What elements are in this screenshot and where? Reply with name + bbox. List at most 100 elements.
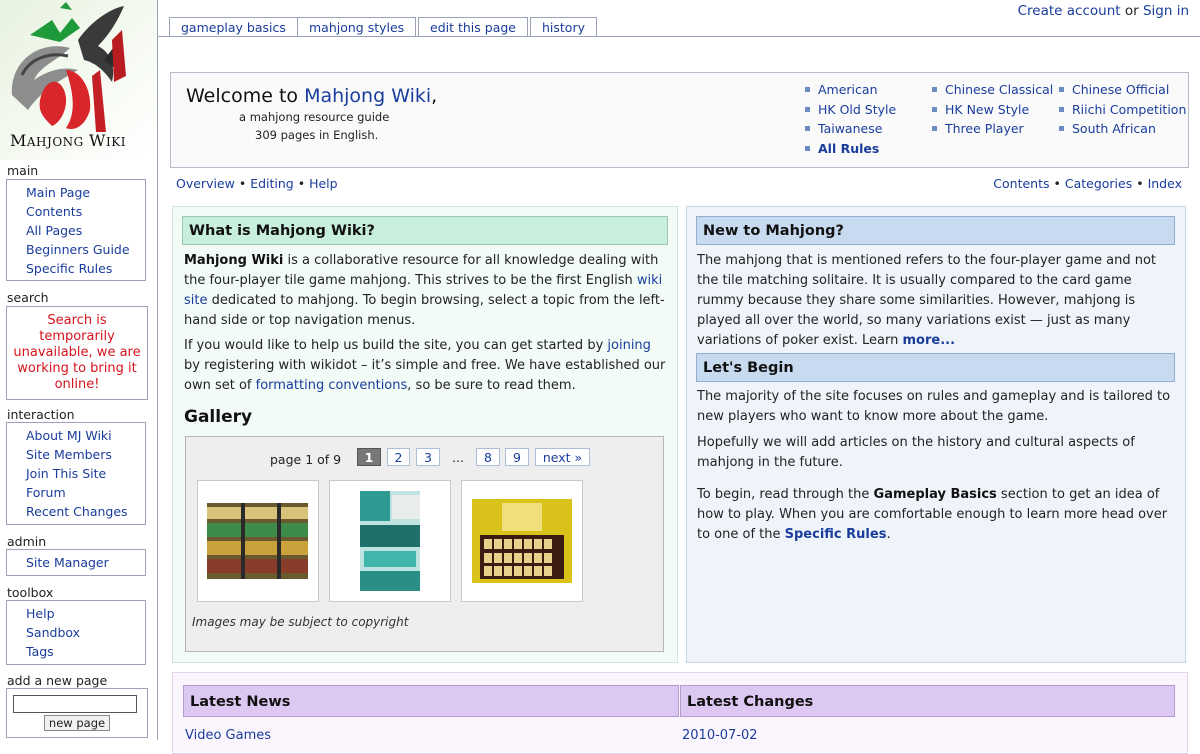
style-link-south-african[interactable]: South African — [1059, 121, 1156, 136]
subnav-help[interactable]: Help — [309, 176, 338, 191]
sidebar: MAHJONG WIKI main Main Page Contents All… — [0, 0, 158, 740]
style-link-all-rules[interactable]: All Rules — [805, 141, 879, 156]
style-link-label: South African — [1072, 121, 1156, 136]
specific-rules-link[interactable]: Specific Rules — [785, 527, 887, 542]
style-link-hk-old-style[interactable]: HK Old Style — [805, 102, 896, 117]
sidebar-item-main-page[interactable]: Main Page — [26, 183, 145, 202]
tab-gameplay-basics[interactable]: gameplay basics — [169, 17, 298, 37]
style-link-label: All Rules — [818, 141, 880, 156]
subnav-contents[interactable]: Contents — [993, 176, 1049, 191]
sidebar-item-recent-changes[interactable]: Recent Changes — [26, 502, 145, 521]
create-account-link[interactable]: Create account — [1018, 3, 1121, 19]
pager-page-2[interactable]: 2 — [387, 448, 410, 466]
sidebar-toolbox-box: Help Sandbox Tags — [6, 600, 146, 665]
sidebar-item-beginners-guide[interactable]: Beginners Guide — [26, 240, 145, 259]
lets-begin-paragraph-3: To begin, read through the Gameplay Basi… — [697, 485, 1179, 545]
tab-edit-this-page[interactable]: edit this page — [418, 17, 528, 37]
style-link-chinese-official[interactable]: Chinese Official — [1059, 82, 1169, 97]
sidebar-item-forum[interactable]: Forum — [26, 483, 145, 502]
subnav-editing[interactable]: Editing — [250, 176, 294, 191]
subnav-right: Contents • Categories • Index — [993, 176, 1182, 191]
style-link-chinese-classical[interactable]: Chinese Classical — [932, 82, 1053, 97]
bullet-icon — [932, 87, 937, 92]
bullet-icon — [805, 126, 810, 131]
style-link-label: Riichi Competition — [1072, 102, 1187, 117]
account-links: Create account or Sign in — [1018, 3, 1189, 19]
site-logo[interactable]: MAHJONG WIKI — [0, 0, 157, 160]
style-link-label: Chinese Official — [1072, 82, 1170, 97]
what-is-heading: What is Mahjong Wiki? — [182, 216, 668, 245]
subnav-separator: • — [1049, 176, 1065, 191]
formatting-conventions-link[interactable]: formatting conventions — [256, 378, 408, 393]
what-is-column: What is Mahjong Wiki? Mahjong Wiki is a … — [172, 206, 678, 663]
sidebar-heading-main: main — [7, 163, 39, 178]
sidebar-item-about[interactable]: About MJ Wiki — [26, 426, 145, 445]
lets-begin-heading: Let's Begin — [696, 353, 1175, 382]
text-span: To begin, read through the — [697, 487, 874, 502]
pager-page-9[interactable]: 9 — [505, 448, 529, 466]
subnav-overview[interactable]: Overview — [176, 176, 235, 191]
style-link-hk-new-style[interactable]: HK New Style — [932, 102, 1029, 117]
sidebar-item-tags[interactable]: Tags — [26, 642, 145, 661]
welcome-title-suffix: , — [431, 85, 438, 107]
latest-changes-heading: Latest Changes — [680, 685, 1175, 717]
sidebar-interaction-box: About MJ Wiki Site Members Join This Sit… — [6, 422, 146, 525]
style-link-label: Chinese Classical — [945, 82, 1054, 97]
gallery-thumbnail-2[interactable] — [329, 480, 451, 602]
page-count: 309 pages in English. — [255, 128, 379, 142]
subnav-separator: • — [1132, 176, 1148, 191]
news-and-changes: Latest News Latest Changes Video Games 2… — [172, 672, 1188, 754]
copyright-note: Images may be subject to copyright — [192, 615, 409, 629]
style-link-american[interactable]: American — [805, 82, 878, 97]
style-link-label: Three Player — [945, 121, 1024, 136]
subnav-categories[interactable]: Categories — [1065, 176, 1132, 191]
new-page-name-input[interactable] — [13, 695, 137, 713]
tab-history[interactable]: history — [530, 17, 597, 37]
sidebar-item-contents[interactable]: Contents — [26, 202, 145, 221]
sidebar-item-all-pages[interactable]: All Pages — [26, 221, 145, 240]
sidebar-item-sandbox[interactable]: Sandbox — [26, 623, 145, 642]
style-link-label: HK Old Style — [818, 102, 897, 117]
style-link-riichi-competition[interactable]: Riichi Competition — [1059, 102, 1186, 117]
subnav-index[interactable]: Index — [1148, 176, 1182, 191]
search-unavailable-message: Search is temporarily unavailable, we ar… — [13, 313, 141, 392]
pager-page-1[interactable]: 1 — [357, 448, 381, 466]
sidebar-item-specific-rules[interactable]: Specific Rules — [26, 259, 145, 278]
tab-mahjong-styles[interactable]: mahjong styles — [297, 17, 417, 37]
pager-page-8[interactable]: 8 — [476, 448, 500, 466]
what-is-paragraph-2: If you would like to help us build the s… — [184, 336, 669, 396]
style-link-three-player[interactable]: Three Player — [932, 121, 1024, 136]
pager-page-3[interactable]: 3 — [416, 448, 440, 466]
sign-in-link[interactable]: Sign in — [1143, 3, 1189, 19]
learn-more-link[interactable]: more... — [902, 333, 955, 348]
style-link-taiwanese[interactable]: Taiwanese — [805, 121, 882, 136]
welcome-title: Welcome to Mahjong Wiki, — [186, 85, 437, 107]
what-is-paragraph-1: Mahjong Wiki is a collaborative resource… — [184, 251, 669, 331]
sidebar-item-help[interactable]: Help — [26, 604, 145, 623]
pager-ellipsis: ... — [452, 450, 464, 465]
sidebar-item-site-members[interactable]: Site Members — [26, 445, 145, 464]
sidebar-heading-new-page: add a new page — [7, 673, 108, 688]
latest-news-heading: Latest News — [183, 685, 679, 717]
sidebar-heading-interaction: interaction — [7, 407, 75, 422]
welcome-title-prefix: Welcome to — [186, 85, 305, 107]
tile-shelves-photo — [207, 503, 308, 579]
gallery-title: Gallery — [184, 407, 253, 427]
gallery-thumbnail-1[interactable] — [197, 480, 319, 602]
pager-next[interactable]: next » — [535, 448, 590, 466]
sidebar-item-site-manager[interactable]: Site Manager — [26, 553, 145, 572]
bullet-icon — [1059, 126, 1064, 131]
text-span: , so be sure to read them. — [407, 378, 576, 393]
gameplay-basics-bold: Gameplay Basics — [873, 487, 997, 502]
sidebar-main-box: Main Page Contents All Pages Beginners G… — [6, 179, 146, 281]
sidebar-admin-box: Site Manager — [6, 549, 146, 576]
site-name-bold: Mahjong Wiki — [184, 253, 284, 268]
new-page-button[interactable]: new page — [43, 715, 111, 731]
joining-link[interactable]: joining — [607, 338, 651, 353]
welcome-title-link[interactable]: Mahjong Wiki — [304, 85, 431, 107]
news-item-link[interactable]: Video Games — [185, 728, 271, 743]
changes-item-link[interactable]: 2010-07-02 — [682, 728, 758, 743]
new-to-column: New to Mahjong? The mahjong that is ment… — [686, 206, 1186, 663]
gallery-thumbnail-3[interactable] — [461, 480, 583, 602]
sidebar-item-join[interactable]: Join This Site — [26, 464, 145, 483]
